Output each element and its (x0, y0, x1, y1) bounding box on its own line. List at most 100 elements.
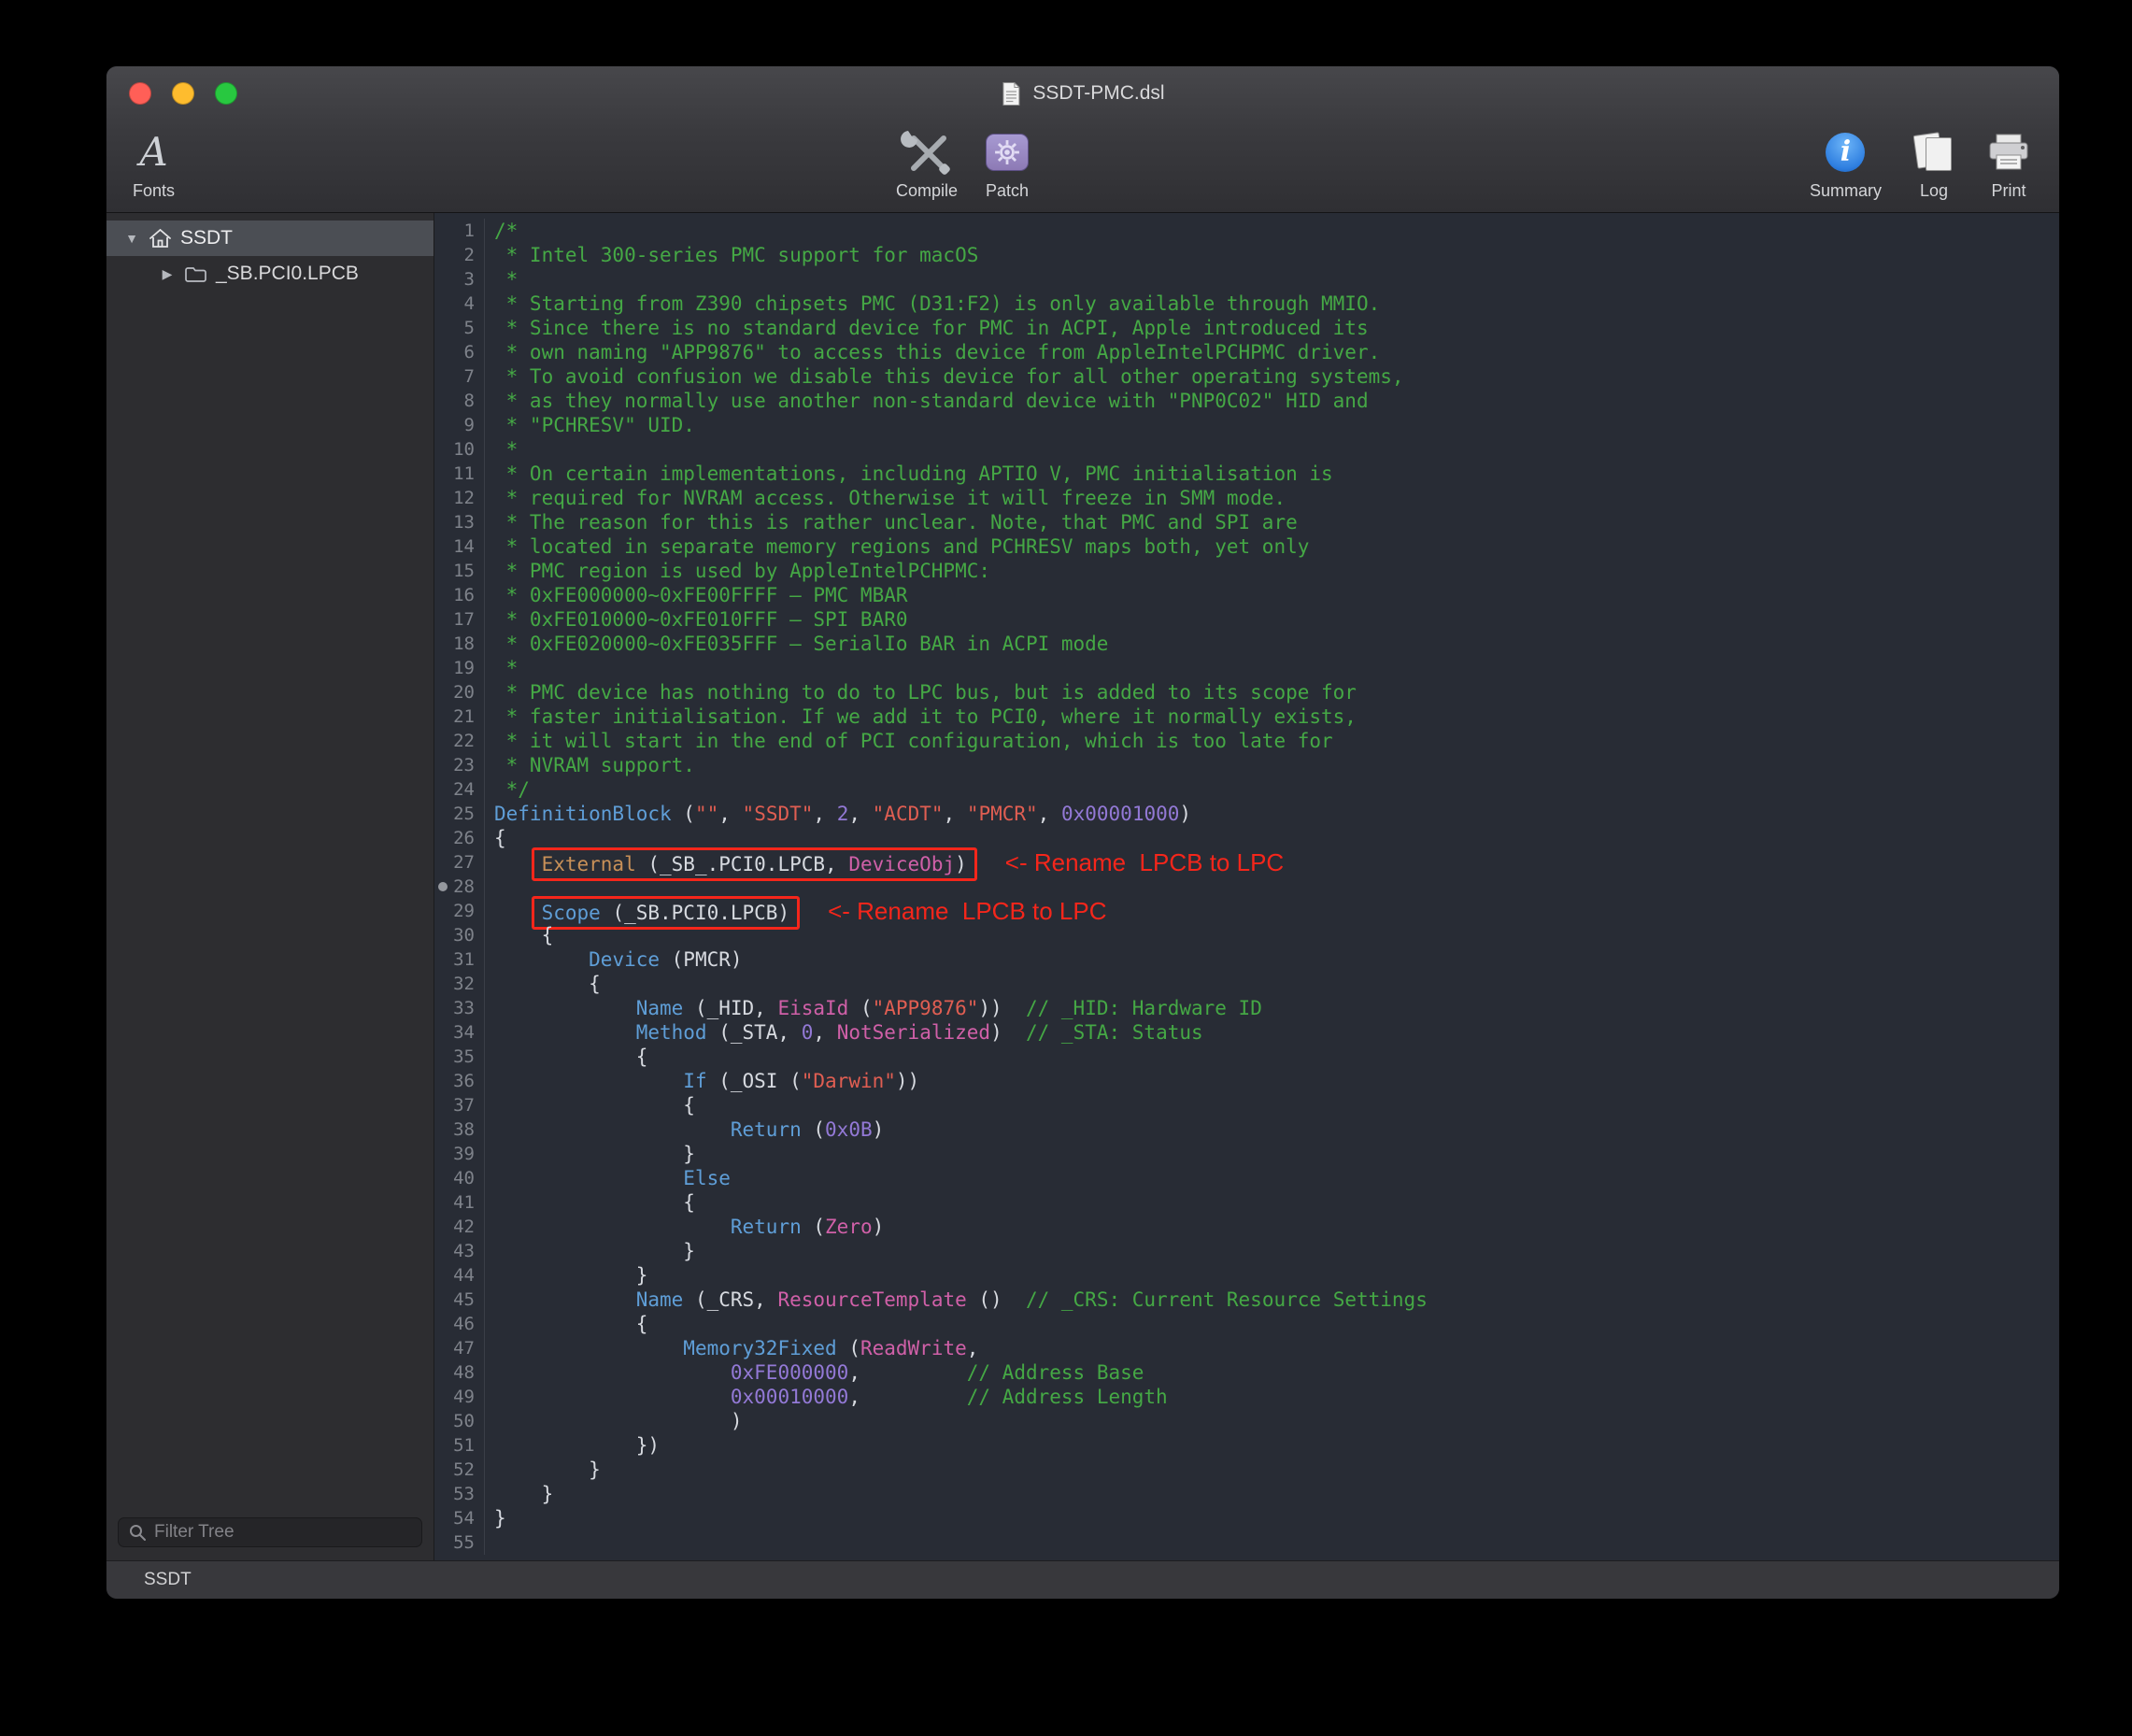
code-line[interactable]: 47 Memory32Fixed (ReadWrite, (434, 1336, 2059, 1360)
code-line[interactable]: 45 Name (_CRS, ResourceTemplate () // _C… (434, 1288, 2059, 1312)
code-line[interactable]: 33 Name (_HID, EisaId ("APP9876")) // _H… (434, 996, 2059, 1020)
line-number: 11 (434, 462, 485, 486)
code-line[interactable]: 3 * (434, 267, 2059, 292)
code-line[interactable]: 18 * 0xFE020000~0xFE035FFF — SerialIo BA… (434, 632, 2059, 656)
code-line[interactable]: 23 * NVRAM support. (434, 753, 2059, 777)
code-line[interactable]: 10 * (434, 437, 2059, 462)
code-line[interactable]: 22 * it will start in the end of PCI con… (434, 729, 2059, 753)
code-line[interactable]: 37 { (434, 1093, 2059, 1117)
line-number: 8 (434, 389, 485, 413)
disclosure-down-icon[interactable]: ▼ (123, 231, 140, 246)
line-number: 37 (434, 1093, 485, 1117)
code-line[interactable]: 29 Scope (_SB.PCI0.LPCB)<- Rename LPCB t… (434, 899, 2059, 923)
sidebar-item-label: SSDT (180, 227, 233, 249)
close-button[interactable] (129, 82, 151, 105)
line-number: 30 (434, 923, 485, 947)
line-number: 43 (434, 1239, 485, 1263)
sidebar-item-sb-pci0-lpcb[interactable]: ▶ _SB.PCI0.LPCB (107, 256, 434, 292)
filter-tree-input[interactable] (118, 1517, 422, 1547)
code-line[interactable]: 42 Return (Zero) (434, 1215, 2059, 1239)
code-line[interactable]: 11 * On certain implementations, includi… (434, 462, 2059, 486)
code-line[interactable]: 36 If (_OSI ("Darwin")) (434, 1069, 2059, 1093)
code-line[interactable]: 6 * own naming "APP9876" to access this … (434, 340, 2059, 364)
line-number: 6 (434, 340, 485, 364)
code-line-text: Name (_CRS, ResourceTemplate () // _CRS:… (485, 1288, 1428, 1312)
line-number: 23 (434, 753, 485, 777)
log-button[interactable]: Log (1913, 126, 1954, 201)
print-label: Print (1991, 181, 2025, 201)
filter-tree-container (107, 1508, 434, 1560)
code-line[interactable]: 2 * Intel 300-series PMC support for mac… (434, 243, 2059, 267)
code-line[interactable]: 46 { (434, 1312, 2059, 1336)
code-line-text: { (485, 1190, 695, 1215)
code-line[interactable]: 14 * located in separate memory regions … (434, 534, 2059, 559)
code-line[interactable]: 21 * faster initialisation. If we add it… (434, 704, 2059, 729)
code-line[interactable]: 27 External (_SB_.PCI0.LPCB, DeviceObj)<… (434, 850, 2059, 875)
line-number: 34 (434, 1020, 485, 1045)
code-line[interactable]: 19 * (434, 656, 2059, 680)
code-line-text: External (_SB_.PCI0.LPCB, DeviceObj)<- R… (485, 850, 1284, 875)
code-line[interactable]: 54} (434, 1506, 2059, 1530)
code-line-text: * required for NVRAM access. Otherwise i… (485, 486, 1286, 510)
code-line[interactable]: 31 Device (PMCR) (434, 947, 2059, 972)
code-line[interactable]: 38 Return (0x0B) (434, 1117, 2059, 1142)
code-line[interactable]: 20 * PMC device has nothing to do to LPC… (434, 680, 2059, 704)
code-line[interactable]: 16 * 0xFE000000~0xFE00FFFF — PMC MBAR (434, 583, 2059, 607)
patch-button[interactable]: Patch (986, 126, 1029, 201)
code-line[interactable]: 52 } (434, 1458, 2059, 1482)
code-line[interactable]: 17 * 0xFE010000~0xFE010FFF — SPI BAR0 (434, 607, 2059, 632)
summary-button[interactable]: i Summary (1810, 126, 1882, 201)
line-number: 49 (434, 1385, 485, 1409)
code-line[interactable]: 41 { (434, 1190, 2059, 1215)
line-number: 10 (434, 437, 485, 462)
annotation-text: <- Rename LPCB to LPC (1005, 848, 1284, 876)
compile-button[interactable]: Compile (896, 126, 958, 201)
code-line[interactable]: 43 } (434, 1239, 2059, 1263)
zoom-button[interactable] (215, 82, 237, 105)
line-number: 25 (434, 802, 485, 826)
code-line[interactable]: 9 * "PCHRESV" UID. (434, 413, 2059, 437)
code-line[interactable]: 50 ) (434, 1409, 2059, 1433)
minimize-button[interactable] (172, 82, 194, 105)
code-line[interactable]: 4 * Starting from Z390 chipsets PMC (D31… (434, 292, 2059, 316)
code-line[interactable]: 34 Method (_STA, 0, NotSerialized) // _S… (434, 1020, 2059, 1045)
line-number: 19 (434, 656, 485, 680)
code-line[interactable]: 5 * Since there is no standard device fo… (434, 316, 2059, 340)
code-line-text: Return (Zero) (485, 1215, 884, 1239)
code-line-text: * NVRAM support. (485, 753, 695, 777)
code-line[interactable]: 35 { (434, 1045, 2059, 1069)
code-line[interactable]: 48 0xFE000000, // Address Base (434, 1360, 2059, 1385)
gutter-marker-dot (438, 882, 448, 891)
code-line[interactable]: 44 } (434, 1263, 2059, 1288)
code-line[interactable]: 51 }) (434, 1433, 2059, 1458)
pages-icon (1913, 132, 1954, 173)
code-line[interactable]: 7 * To avoid confusion we disable this d… (434, 364, 2059, 389)
code-editor[interactable]: 1/*2 * Intel 300-series PMC support for … (434, 213, 2059, 1560)
fonts-label: Fonts (133, 181, 175, 201)
code-line[interactable]: 32 { (434, 972, 2059, 996)
code-line[interactable]: 12 * required for NVRAM access. Otherwis… (434, 486, 2059, 510)
code-line[interactable]: 40 Else (434, 1166, 2059, 1190)
code-line[interactable]: 15 * PMC region is used by AppleIntelPCH… (434, 559, 2059, 583)
code-line[interactable]: 53 } (434, 1482, 2059, 1506)
line-number: 46 (434, 1312, 485, 1336)
code-line[interactable]: 55 (434, 1530, 2059, 1555)
code-line[interactable]: 49 0x00010000, // Address Length (434, 1385, 2059, 1409)
code-line[interactable]: 39 } (434, 1142, 2059, 1166)
code-line[interactable]: 13 * The reason for this is rather uncle… (434, 510, 2059, 534)
code-line-text: If (_OSI ("Darwin")) (485, 1069, 919, 1093)
code-line[interactable]: 1/* (434, 219, 2059, 243)
code-line[interactable]: 25DefinitionBlock ("", "SSDT", 2, "ACDT"… (434, 802, 2059, 826)
disclosure-right-icon[interactable]: ▶ (159, 266, 176, 282)
line-number: 12 (434, 486, 485, 510)
fonts-button[interactable]: A Fonts (133, 126, 175, 201)
code-line[interactable]: 8 * as they normally use another non-sta… (434, 389, 2059, 413)
code-line-text: * 0xFE020000~0xFE035FFF — SerialIo BAR i… (485, 632, 1108, 656)
print-button[interactable]: Print (1986, 126, 2031, 201)
sidebar-item-ssdt[interactable]: ▼ SSDT (107, 221, 434, 256)
titlebar[interactable]: SSDT-PMC.dsl (107, 66, 2059, 121)
line-number: 15 (434, 559, 485, 583)
code-line[interactable]: 24 */ (434, 777, 2059, 802)
line-number: 40 (434, 1166, 485, 1190)
line-number: 18 (434, 632, 485, 656)
